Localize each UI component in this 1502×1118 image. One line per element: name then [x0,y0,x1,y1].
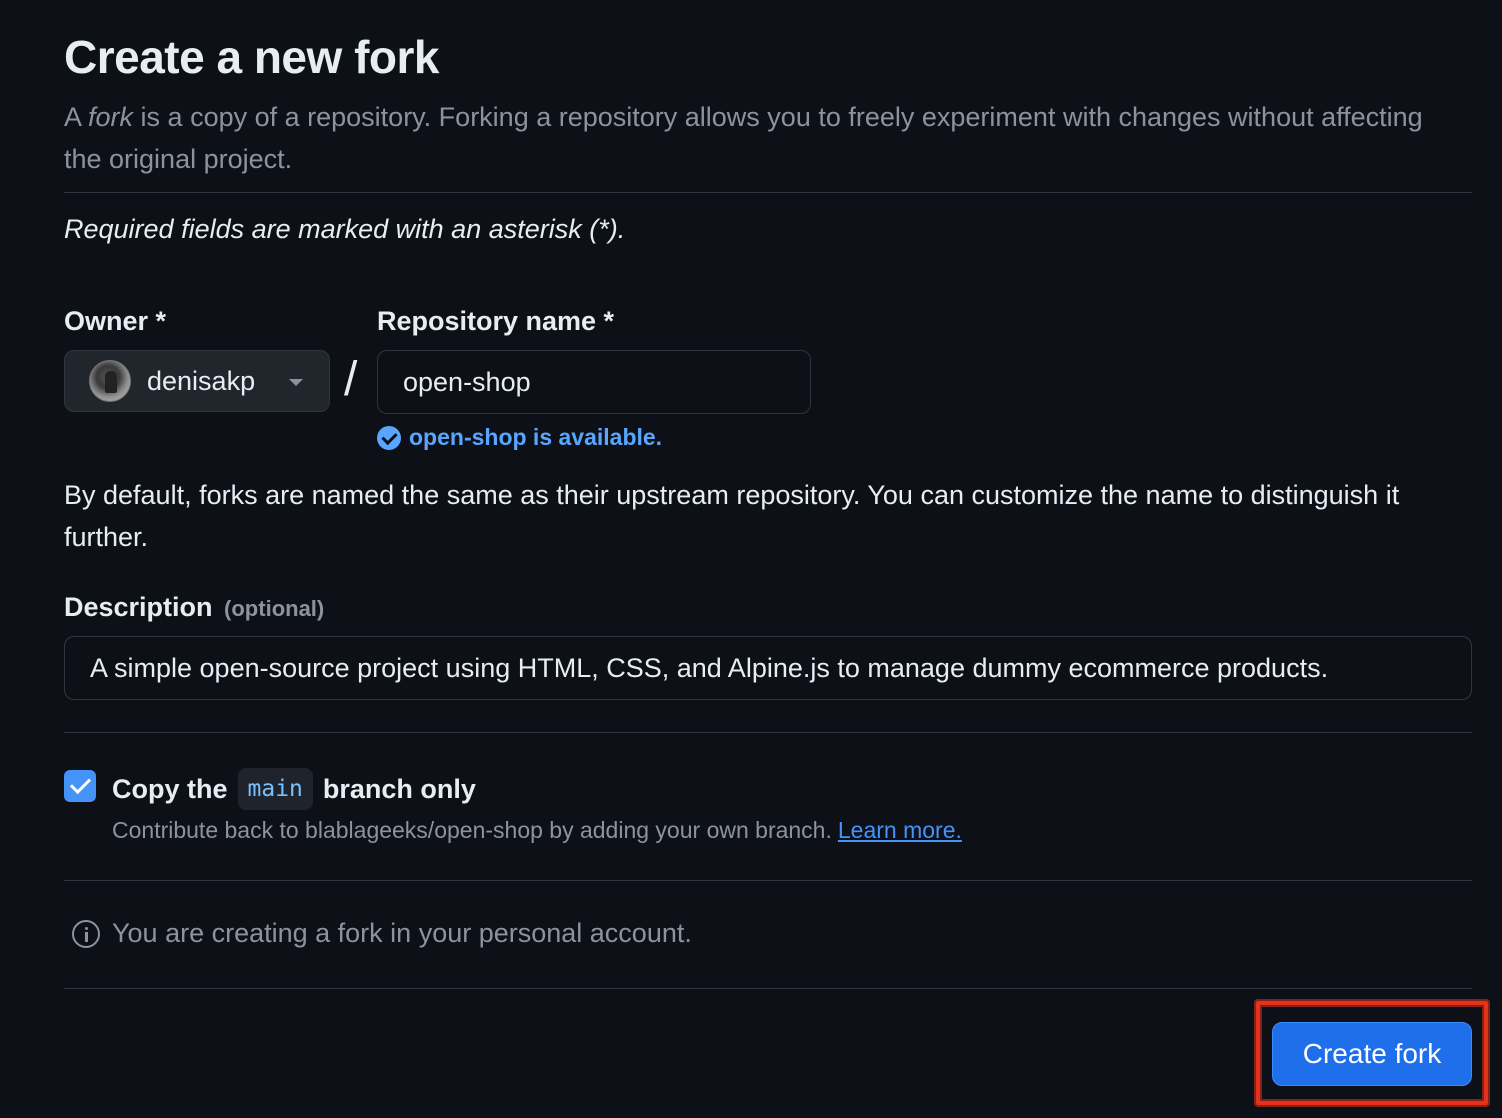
divider [64,732,1472,733]
contribute-text: Contribute back to blablageeks/open-shop… [112,817,832,843]
intro-prefix: A [64,102,89,132]
intro-rest: is a copy of a repository. Forking a rep… [64,102,1423,174]
owner-select[interactable]: denisakp [64,350,330,412]
learn-more-link[interactable]: Learn more. [838,817,962,843]
divider [64,988,1472,989]
page-title: Create a new fork [64,31,439,83]
divider [64,880,1472,881]
availability-text: open-shop is available. [409,424,663,450]
divider [64,192,1472,193]
naming-help-text: By default, forks are named the same as … [64,480,1400,552]
create-fork-page: Create a new fork A fork is a copy of a … [0,0,1502,1118]
copy-branch-help: Contribute back to blablageeks/open-shop… [112,817,962,844]
branch-name-chip: main [237,768,313,810]
copy-label-before: Copy the [112,773,228,804]
intro-emphasis: fork [88,102,134,132]
owner-name: denisakp [147,365,256,396]
info-note-text: You are creating a fork in your personal… [112,918,692,948]
chevron-down-icon [289,379,303,386]
description-input[interactable] [64,636,1472,700]
repo-name-label: Repository name * [377,306,615,336]
info-icon [72,919,100,948]
copy-label-after: branch only [322,773,476,804]
owner-repo-separator: / [344,353,358,406]
availability-message: open-shop is available. [377,424,662,451]
copy-branch-label[interactable]: Copy the main branch only [112,768,476,810]
required-note: Required fields are marked with an aster… [64,214,626,244]
check-circle-icon [377,425,401,450]
description-label: Description (optional) [64,592,324,623]
owner-label: Owner * [64,306,167,336]
copy-main-branch-checkbox[interactable] [64,770,96,802]
optional-tag: (optional) [224,596,325,621]
description-label-text: Description [64,592,213,622]
create-fork-button[interactable]: Create fork [1272,1022,1472,1086]
personal-account-note: You are creating a fork in your personal… [72,918,692,949]
repo-name-input[interactable] [377,350,811,414]
avatar [89,360,131,402]
page-intro: A fork is a copy of a repository. Forkin… [64,96,1444,180]
